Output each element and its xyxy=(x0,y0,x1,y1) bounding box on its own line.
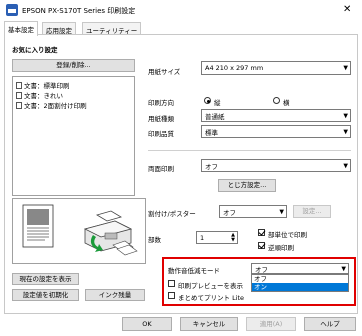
quiet-mode-value: オフ xyxy=(255,265,268,274)
ok-button[interactable]: OK xyxy=(122,317,172,331)
duplex-select[interactable]: オフ ▼ xyxy=(201,159,351,172)
favorites-list[interactable]: 文書：標準印刷 文書：きれい 文書：2面割付け印刷 xyxy=(12,76,135,196)
reset-settings-button[interactable]: 設定値を初期化 xyxy=(12,289,79,301)
landscape-radio[interactable] xyxy=(273,97,280,104)
tab-basic-settings[interactable]: 基本設定 xyxy=(4,21,38,36)
cancel-button[interactable]: キャンセル xyxy=(180,317,238,331)
paper-size-select[interactable]: A4 210 x 297 mm ▼ xyxy=(201,61,351,75)
chevron-down-icon: ▼ xyxy=(343,128,348,135)
dropdown-option-off[interactable]: オフ xyxy=(252,275,348,283)
close-icon[interactable]: ✕ xyxy=(343,4,351,15)
printer-app-icon xyxy=(6,4,18,16)
list-item[interactable]: 文書：きれい xyxy=(16,90,63,100)
quiet-mode-label: 動作音低減モード xyxy=(168,267,220,275)
print-quality-select[interactable]: 標準 ▼ xyxy=(201,125,351,138)
layout-value: オフ xyxy=(223,208,236,217)
quiet-mode-select[interactable]: オフ ▼ xyxy=(251,263,349,274)
favorites-heading: お気に入り設定 xyxy=(12,46,58,54)
binding-settings-button[interactable]: とじ方設定... xyxy=(218,179,276,192)
ink-levels-button[interactable]: インク残量 xyxy=(85,289,145,301)
reverse-order-checkbox[interactable] xyxy=(258,242,265,249)
divider xyxy=(148,150,351,151)
paper-size-label: 用紙サイズ xyxy=(148,68,181,76)
chevron-down-icon: ▼ xyxy=(343,112,348,119)
document-icon xyxy=(16,91,22,99)
show-current-settings-button[interactable]: 現在の設定を表示 xyxy=(12,273,79,285)
quiet-mode-dropdown[interactable]: オフ オン xyxy=(251,274,349,292)
print-lite-label: まとめてプリント Lite xyxy=(178,294,245,302)
window-title: EPSON PX-S170T Series 印刷設定 xyxy=(22,7,136,15)
print-lite-checkbox[interactable] xyxy=(168,292,175,299)
chevron-down-icon: ▼ xyxy=(341,265,346,272)
layout-settings-button[interactable]: 設定... xyxy=(293,205,331,218)
paper-type-value: 普通紙 xyxy=(205,112,225,121)
portrait-label: 縦 xyxy=(214,99,221,107)
print-quality-value: 標準 xyxy=(205,128,218,137)
orientation-label: 印刷方向 xyxy=(148,99,174,107)
help-button[interactable]: ヘルプ xyxy=(304,317,356,331)
duplex-label: 両面印刷 xyxy=(148,165,174,173)
dropdown-option-on[interactable]: オン xyxy=(252,283,348,291)
copies-stepper[interactable]: 1 ▲ ▼ xyxy=(196,231,238,244)
layout-label: 割付け/ポスター xyxy=(148,210,196,218)
register-delete-button[interactable]: 登録/削除... xyxy=(12,59,135,72)
print-preview-image xyxy=(12,198,146,264)
duplex-value: オフ xyxy=(205,162,218,171)
paper-size-value: A4 210 x 297 mm xyxy=(205,64,264,72)
list-item[interactable]: 文書：標準印刷 xyxy=(16,80,70,90)
list-item[interactable]: 文書：2面割付け印刷 xyxy=(16,100,87,110)
paper-type-select[interactable]: 普通紙 ▼ xyxy=(201,109,351,122)
print-preview-label: 印刷プレビューを表示 xyxy=(178,282,243,290)
collate-checkbox[interactable] xyxy=(258,229,265,236)
paper-type-label: 用紙種類 xyxy=(148,115,174,123)
stepper-arrows-icon[interactable]: ▲ ▼ xyxy=(231,232,235,243)
print-preview-checkbox[interactable] xyxy=(168,280,175,287)
document-icon xyxy=(16,101,22,109)
collate-label: 部単位で印刷 xyxy=(268,231,307,239)
copies-label: 部数 xyxy=(148,236,161,244)
layout-select[interactable]: オフ ▼ xyxy=(219,205,287,218)
reverse-order-label: 逆順印刷 xyxy=(268,244,294,252)
copies-value: 1 xyxy=(200,233,205,242)
print-quality-label: 印刷品質 xyxy=(148,130,174,138)
chevron-down-icon: ▼ xyxy=(343,64,348,72)
document-icon xyxy=(16,81,22,89)
title-bar: EPSON PX-S170T Series 印刷設定 ✕ xyxy=(0,0,362,20)
chevron-down-icon: ▼ xyxy=(343,162,348,169)
apply-button[interactable]: 適用(A) xyxy=(246,317,296,331)
portrait-radio[interactable] xyxy=(204,97,211,104)
landscape-label: 横 xyxy=(283,99,290,107)
printer-illustration-icon xyxy=(22,204,138,256)
chevron-down-icon: ▼ xyxy=(279,208,284,215)
